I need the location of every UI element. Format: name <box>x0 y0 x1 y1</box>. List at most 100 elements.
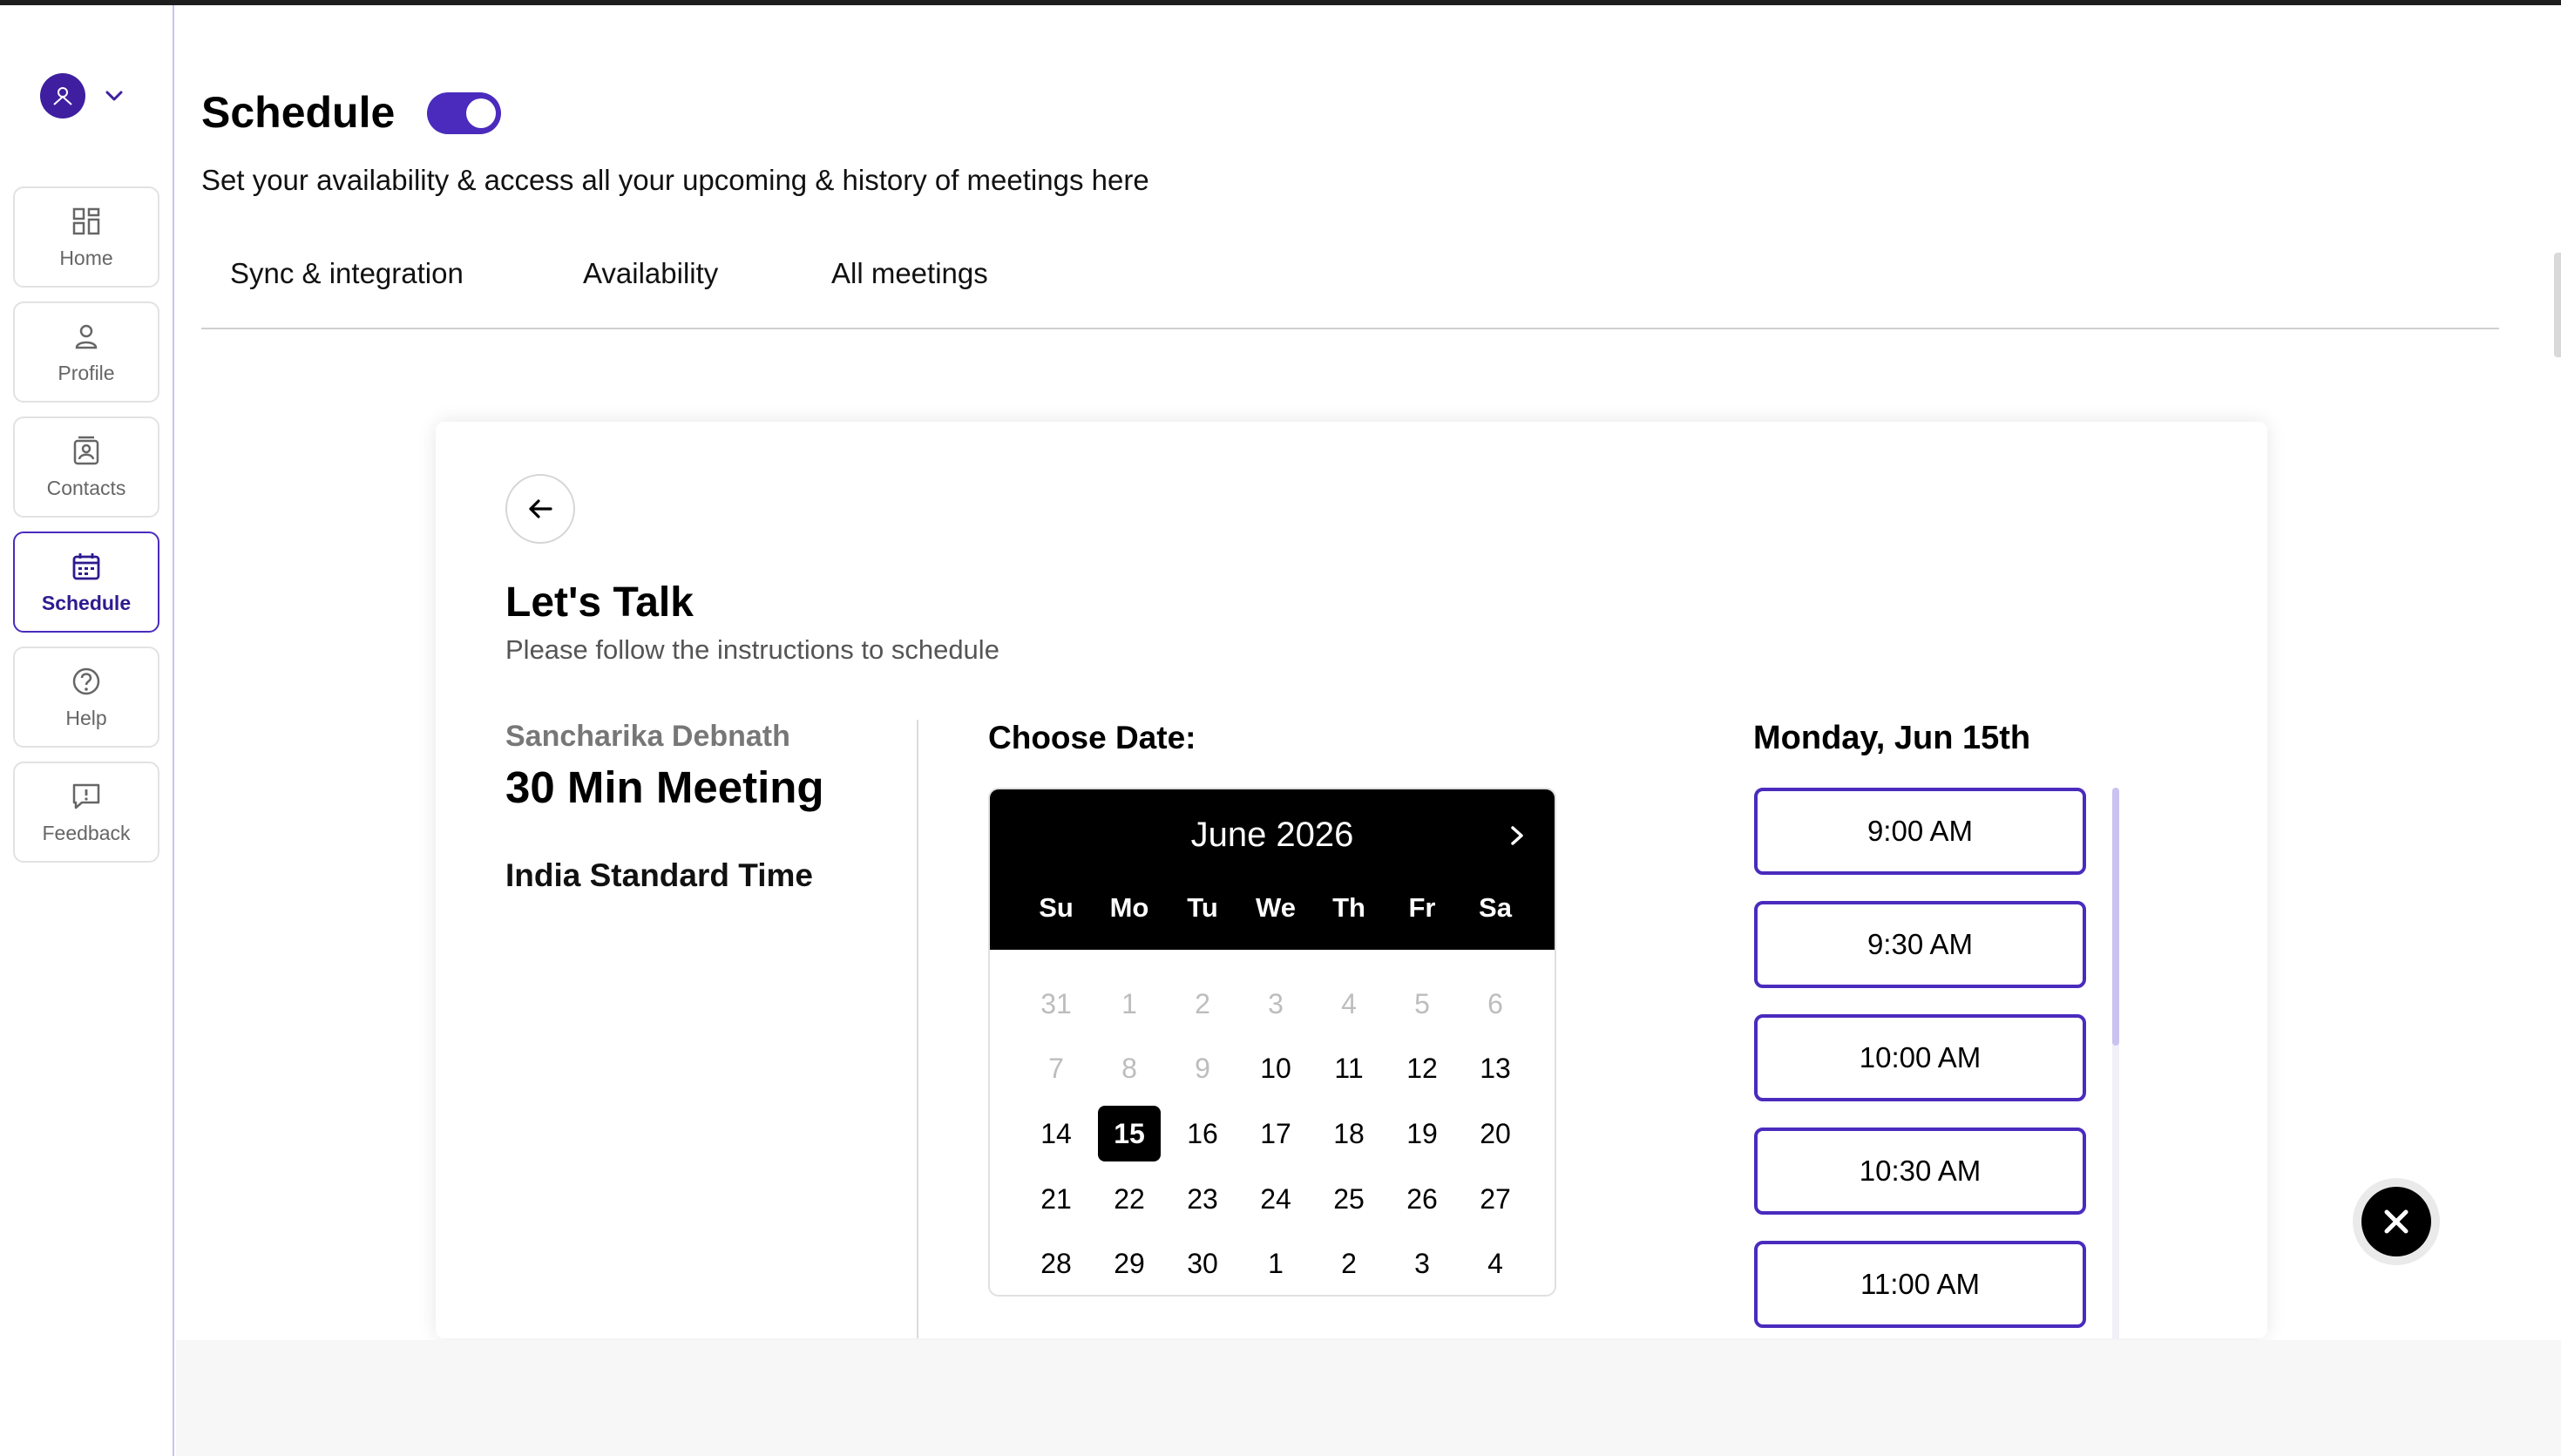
calendar-day[interactable]: 27 <box>1464 1171 1527 1227</box>
arrow-left-icon <box>529 499 552 518</box>
close-button[interactable] <box>2353 1178 2440 1265</box>
page-scrollbar[interactable] <box>2554 253 2561 357</box>
time-slot-button[interactable]: 9:00 AM <box>1754 788 2086 875</box>
calendar-day: 3 <box>1268 987 1284 1019</box>
weekday-label: Mo <box>1109 892 1149 923</box>
calendar-day: 1 <box>1121 987 1137 1019</box>
sidebar-item-contacts[interactable]: Contacts <box>13 416 159 518</box>
weekday-label: Fr <box>1408 892 1436 923</box>
meeting-title: 30 Min Meeting <box>505 762 824 812</box>
dashboard-icon <box>70 205 103 238</box>
weekday-label: Sa <box>1479 892 1512 923</box>
page-title: Schedule <box>201 88 396 137</box>
booking-card: Let's Talk Please follow the instruction… <box>436 422 2267 1338</box>
calendar-day: 2 <box>1195 987 1210 1019</box>
choose-date-label: Choose Date: <box>988 720 1196 755</box>
back-button[interactable] <box>505 474 575 544</box>
tab-availability[interactable]: Availability <box>583 257 718 290</box>
avatar[interactable] <box>40 73 85 119</box>
feedback-icon <box>70 780 103 813</box>
weekday-label: Tu <box>1187 892 1218 923</box>
calendar-day[interactable]: 14 <box>1025 1106 1087 1161</box>
calendar-day[interactable]: 21 <box>1025 1171 1087 1227</box>
chevron-down-icon[interactable] <box>103 86 125 105</box>
sidebar-item-label: Contacts <box>46 476 126 499</box>
calendar-day[interactable]: 12 <box>1391 1040 1453 1096</box>
calendar-day[interactable]: 28 <box>1025 1236 1087 1291</box>
date-picker: June 2026 Su Mo Tu We Th Fr Sa 31 1 2 3 … <box>988 788 1556 1297</box>
calendar-day[interactable]: 24 <box>1244 1171 1307 1227</box>
user-avatar-icon <box>53 87 72 105</box>
calendar-month: June 2026 <box>1190 816 1354 854</box>
calendar-day: 31 <box>1040 987 1072 1019</box>
tabs-divider <box>201 328 2499 329</box>
schedule-toggle[interactable] <box>427 92 501 134</box>
calendar-day[interactable]: 10 <box>1244 1040 1307 1096</box>
timezone-label: India Standard Time <box>505 857 813 893</box>
toggle-knob <box>466 98 496 128</box>
weekday-label: We <box>1256 892 1296 923</box>
top-border <box>0 0 2561 5</box>
calendar-day[interactable]: 25 <box>1318 1171 1380 1227</box>
calendar-day-selected[interactable]: 15 <box>1098 1106 1161 1161</box>
page-footer-area <box>176 1340 2561 1456</box>
scrollbar-thumb[interactable] <box>2112 788 2119 1046</box>
calendar-day[interactable]: 17 <box>1244 1106 1307 1161</box>
calendar-day[interactable]: 26 <box>1391 1171 1453 1227</box>
time-slot-button[interactable]: 10:00 AM <box>1754 1014 2086 1101</box>
selected-date-label: Monday, Jun 15th <box>1753 720 2031 756</box>
sidebar-item-label: Schedule <box>41 591 132 614</box>
calendar-day[interactable]: 16 <box>1171 1106 1234 1161</box>
sidebar-item-label: Home <box>59 246 113 269</box>
close-button-inner <box>2361 1187 2431 1256</box>
help-icon <box>70 665 103 698</box>
calendar-day[interactable]: 18 <box>1318 1106 1380 1161</box>
calendar-day[interactable]: 20 <box>1464 1106 1527 1161</box>
calendar-day[interactable]: 29 <box>1098 1236 1161 1291</box>
sidebar-item-label: Feedback <box>42 821 131 844</box>
weekday-label: Su <box>1039 892 1074 923</box>
calendar-day: 9 <box>1195 1052 1210 1084</box>
time-slot-button[interactable]: 11:00 AM <box>1754 1241 2086 1328</box>
calendar-day: 6 <box>1487 987 1503 1019</box>
calendar-day[interactable]: 22 <box>1098 1171 1161 1227</box>
calendar-header: June 2026 Su Mo Tu We Th Fr Sa <box>990 789 1555 950</box>
sidebar-item-label: Help <box>65 706 107 729</box>
calendar-day: 4 <box>1341 987 1357 1019</box>
slots-scrollbar[interactable] <box>2112 788 2119 1338</box>
calendar-day[interactable]: 23 <box>1171 1171 1234 1227</box>
contacts-icon <box>70 435 103 468</box>
sidebar-item-label: Profile <box>58 361 115 384</box>
host-name: Sancharika Debnath <box>505 720 790 753</box>
calendar-day: 8 <box>1121 1052 1137 1084</box>
sidebar-item-profile[interactable]: Profile <box>13 301 159 403</box>
calendar-icon <box>70 550 103 583</box>
calendar-day[interactable]: 3 <box>1391 1236 1453 1291</box>
time-slot-button[interactable]: 10:30 AM <box>1754 1128 2086 1215</box>
calendar-day[interactable]: 19 <box>1391 1106 1453 1161</box>
sidebar-item-schedule[interactable]: Schedule <box>13 532 159 633</box>
calendar-day: 5 <box>1414 987 1430 1019</box>
user-icon <box>70 320 103 353</box>
weekday-label: Th <box>1332 892 1365 923</box>
sidebar-item-feedback[interactable]: Feedback <box>13 762 159 863</box>
time-slot-button[interactable]: 9:30 AM <box>1754 901 2086 988</box>
close-icon <box>2384 1209 2409 1234</box>
calendar-day[interactable]: 1 <box>1244 1236 1307 1291</box>
chevron-right-icon[interactable] <box>1506 821 1528 850</box>
sidebar-item-home[interactable]: Home <box>13 186 159 288</box>
calendar-day[interactable]: 30 <box>1171 1236 1234 1291</box>
calendar-day: 7 <box>1048 1052 1064 1084</box>
calendar-day[interactable]: 4 <box>1464 1236 1527 1291</box>
card-title: Let's Talk <box>505 579 694 626</box>
sidebar: Home Profile Contacts Schedule Help Feed… <box>0 5 174 1456</box>
calendar-day[interactable]: 13 <box>1464 1040 1527 1096</box>
page-subtitle: Set your availability & access all your … <box>201 164 1149 196</box>
tab-sync-integration[interactable]: Sync & integration <box>230 257 464 290</box>
tab-all-meetings[interactable]: All meetings <box>831 257 988 290</box>
card-subtitle: Please follow the instructions to schedu… <box>505 634 999 665</box>
calendar-day[interactable]: 2 <box>1318 1236 1380 1291</box>
sidebar-item-help[interactable]: Help <box>13 647 159 748</box>
calendar-day[interactable]: 11 <box>1318 1040 1380 1096</box>
column-divider <box>917 720 918 1338</box>
